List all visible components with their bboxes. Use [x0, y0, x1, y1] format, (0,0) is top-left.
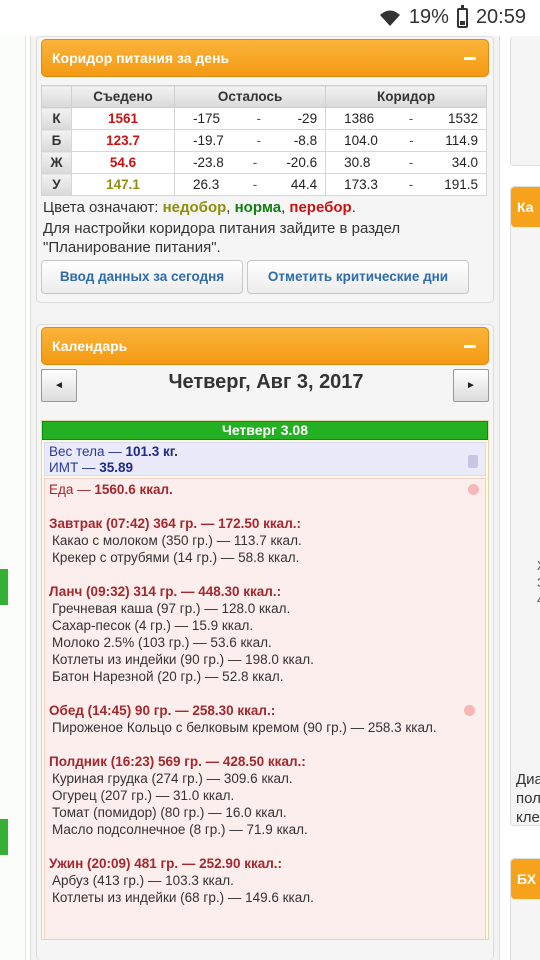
corridor-hint: Для настройки коридора питания зайдите в…: [43, 220, 401, 256]
meal-snack: Полдник (16:23) 569 гр. — 428.50 ккал.: …: [49, 753, 481, 838]
battery-percent: 19%: [408, 6, 449, 28]
meal-item: Масло подсолнечное (8 гр.) — 71.9 ккал.: [52, 822, 308, 837]
right-stub-top: [510, 36, 540, 166]
row-label: К: [41, 107, 72, 130]
meal-item: Молоко 2.5% (103 гр.) — 53.6 ккал.: [52, 635, 272, 650]
corridor-panel-title: Коридор питания за день: [52, 50, 230, 66]
right-stub-bottom-head: БХ: [511, 859, 540, 899]
apple-icon: [468, 484, 479, 495]
legend-under: недобор: [162, 199, 227, 216]
meal-title: Обед (14:45) 90 гр. — 258.30 ккал.:: [49, 703, 276, 718]
table-row: У 147.1 26.3-44.4 173.3-191.5: [41, 173, 487, 196]
clock: 20:59: [475, 6, 526, 28]
food-total: Еда — 1560.6 ккал.: [49, 482, 173, 497]
meal-title: Ужин (20:09) 481 гр. — 252.90 ккал.:: [49, 856, 283, 871]
right-stub-panel-head: Ка: [511, 187, 540, 227]
table-corner: [41, 85, 72, 108]
meal-item: Котлеты из индейки (68 гр.) — 149.6 ккал…: [52, 890, 314, 905]
calendar-panel-header[interactable]: Календарь: [41, 327, 489, 365]
meal-title: Ланч (09:32) 314 гр. — 448.30 ккал.:: [49, 584, 282, 599]
legend-norm: норма: [234, 199, 282, 216]
day-header[interactable]: Четверг 3.08: [42, 421, 488, 440]
mark-critical-days-button[interactable]: Отметить критические дни: [247, 260, 469, 294]
meal-title: Завтрак (07:42) 364 гр. — 172.50 ккал.:: [49, 516, 302, 531]
weight-block[interactable]: Вес тела — 101.3 кг. ИМТ — 35.89: [44, 442, 486, 476]
corridor-range: 104.0-114.9: [325, 129, 487, 152]
meal-item: Огурец (207 гр.) — 31.0 ккал.: [52, 788, 235, 803]
left-range: -175- -29: [173, 107, 327, 130]
corridor-panel-header[interactable]: Коридор питания за день: [41, 39, 489, 77]
battery-icon: [456, 4, 468, 28]
meal-supper: Ужин (20:09) 481 гр. — 252.90 ккал.: Арб…: [49, 855, 481, 906]
battery-level: [459, 21, 465, 25]
meal-lunch: Ланч (09:32) 314 гр. — 448.30 ккал.: Гре…: [49, 583, 481, 685]
corridor-range: 173.3-191.5: [325, 173, 487, 196]
next-day-button[interactable]: ►: [453, 369, 489, 402]
legend-over: перебор: [289, 199, 352, 216]
corridor-range: 30.8-34.0: [325, 151, 487, 174]
table-row: Б 123.7 -19.7- -8.8 104.0-114.9: [41, 129, 487, 152]
enter-today-button[interactable]: Ввод данных за сегодня: [41, 260, 243, 294]
right-stub-bottom: БХ: [510, 858, 540, 960]
col-left: Осталось: [173, 85, 327, 108]
meal-item: Гречневая каша (97 гр.) — 128.0 ккал.: [52, 601, 291, 616]
row-label: У: [41, 173, 72, 196]
weight-value: 101.3 кг.: [125, 444, 178, 459]
meal-item: Пироженое Кольцо с белковым кремом (90 г…: [52, 720, 437, 735]
calendar-date-title: Четверг, Авг 3, 2017: [168, 371, 364, 393]
right-stub-panel: Ка Ж З 4: [510, 186, 540, 826]
eaten-value: 54.6: [71, 151, 175, 174]
next-arrow-icon: ►: [466, 380, 476, 391]
collapse-icon[interactable]: [464, 57, 476, 60]
scale-icon: [468, 455, 478, 468]
day-entry: Четверг 3.08 Вес тела — 101.3 кг. ИМТ — …: [41, 420, 489, 940]
meal-dinner: Обед (14:45) 90 гр. — 258.30 ккал.: Пиро…: [49, 702, 481, 736]
eaten-value: 1561: [71, 107, 175, 130]
page: Ка Ж З 4 Диа пол кле БХ Коридор питания …: [0, 36, 540, 960]
left-rail-marker: [0, 569, 8, 605]
collapse-icon[interactable]: [464, 345, 476, 348]
meal-item: Котлеты из индейки (90 гр.) — 198.0 ккал…: [52, 652, 314, 667]
meal-item: Крекер с отрубями (14 гр.) — 58.8 ккал.: [52, 550, 300, 565]
left-range: -19.7- -8.8: [173, 129, 327, 152]
meal-item: Какао с молоком (350 гр.) — 113.7 ккал.: [52, 533, 302, 548]
corridor-table: Съедено Осталось Коридор К 1561 -175- -29…: [41, 85, 487, 196]
calendar-panel-title: Календарь: [52, 338, 128, 354]
eaten-value: 123.7: [71, 129, 175, 152]
wifi-icon: [379, 10, 400, 26]
row-label: Ж: [41, 151, 72, 174]
meal-item: Сахар-песок (4 гр.) — 15.9 ккал.: [52, 618, 254, 633]
right-stub-caption: Диа пол кле: [516, 771, 540, 826]
meal-item: Батон Нарезной (20 гр.) — 52.8 ккал.: [52, 669, 284, 684]
apple-icon: [464, 705, 475, 716]
corridor-panel: Коридор питания за день Съедено Осталось…: [36, 36, 494, 303]
left-rail: [0, 36, 26, 960]
left-range: -23.8- -20.6: [173, 151, 327, 174]
meal-item: Томат (помидор) (80 гр.) — 16.0 ккал.: [52, 805, 287, 820]
status-bar: 19% 20:59: [0, 0, 540, 36]
food-total-value: 1560.6 ккал.: [94, 482, 173, 497]
bmi-value: 35.89: [99, 460, 134, 475]
calendar-panel: Календарь ◄ Четверг, Авг 3, 2017 ► Четве…: [36, 324, 494, 960]
left-range: 26.3-44.4: [173, 173, 327, 196]
eaten-value: 147.1: [71, 173, 175, 196]
table-header-row: Съедено Осталось Коридор: [41, 85, 487, 108]
prev-day-button[interactable]: ◄: [41, 369, 77, 402]
row-label: Б: [41, 129, 72, 152]
meal-breakfast: Завтрак (07:42) 364 гр. — 172.50 ккал.: …: [49, 515, 481, 566]
table-row: К 1561 -175- -29 1386-1532: [41, 107, 487, 130]
prev-arrow-icon: ◄: [54, 380, 64, 391]
table-row: Ж 54.6 -23.8- -20.6 30.8-34.0: [41, 151, 487, 174]
meal-item: Арбуз (413 гр.) — 103.3 ккал.: [52, 873, 234, 888]
meal-title: Полдник (16:23) 569 гр. — 428.50 ккал.:: [49, 754, 306, 769]
meal-item: Куриная грудка (274 гр.) — 309.6 ккал.: [52, 771, 293, 786]
color-legend: Цвета означают: недобор, норма, перебор.: [43, 199, 356, 216]
col-eaten: Съедено: [71, 85, 175, 108]
corridor-range: 1386-1532: [325, 107, 487, 130]
left-rail-marker: [0, 819, 8, 855]
col-corridor: Коридор: [325, 85, 487, 108]
food-block[interactable]: Еда — 1560.6 ккал. Завтрак (07:42) 364 г…: [44, 478, 486, 939]
